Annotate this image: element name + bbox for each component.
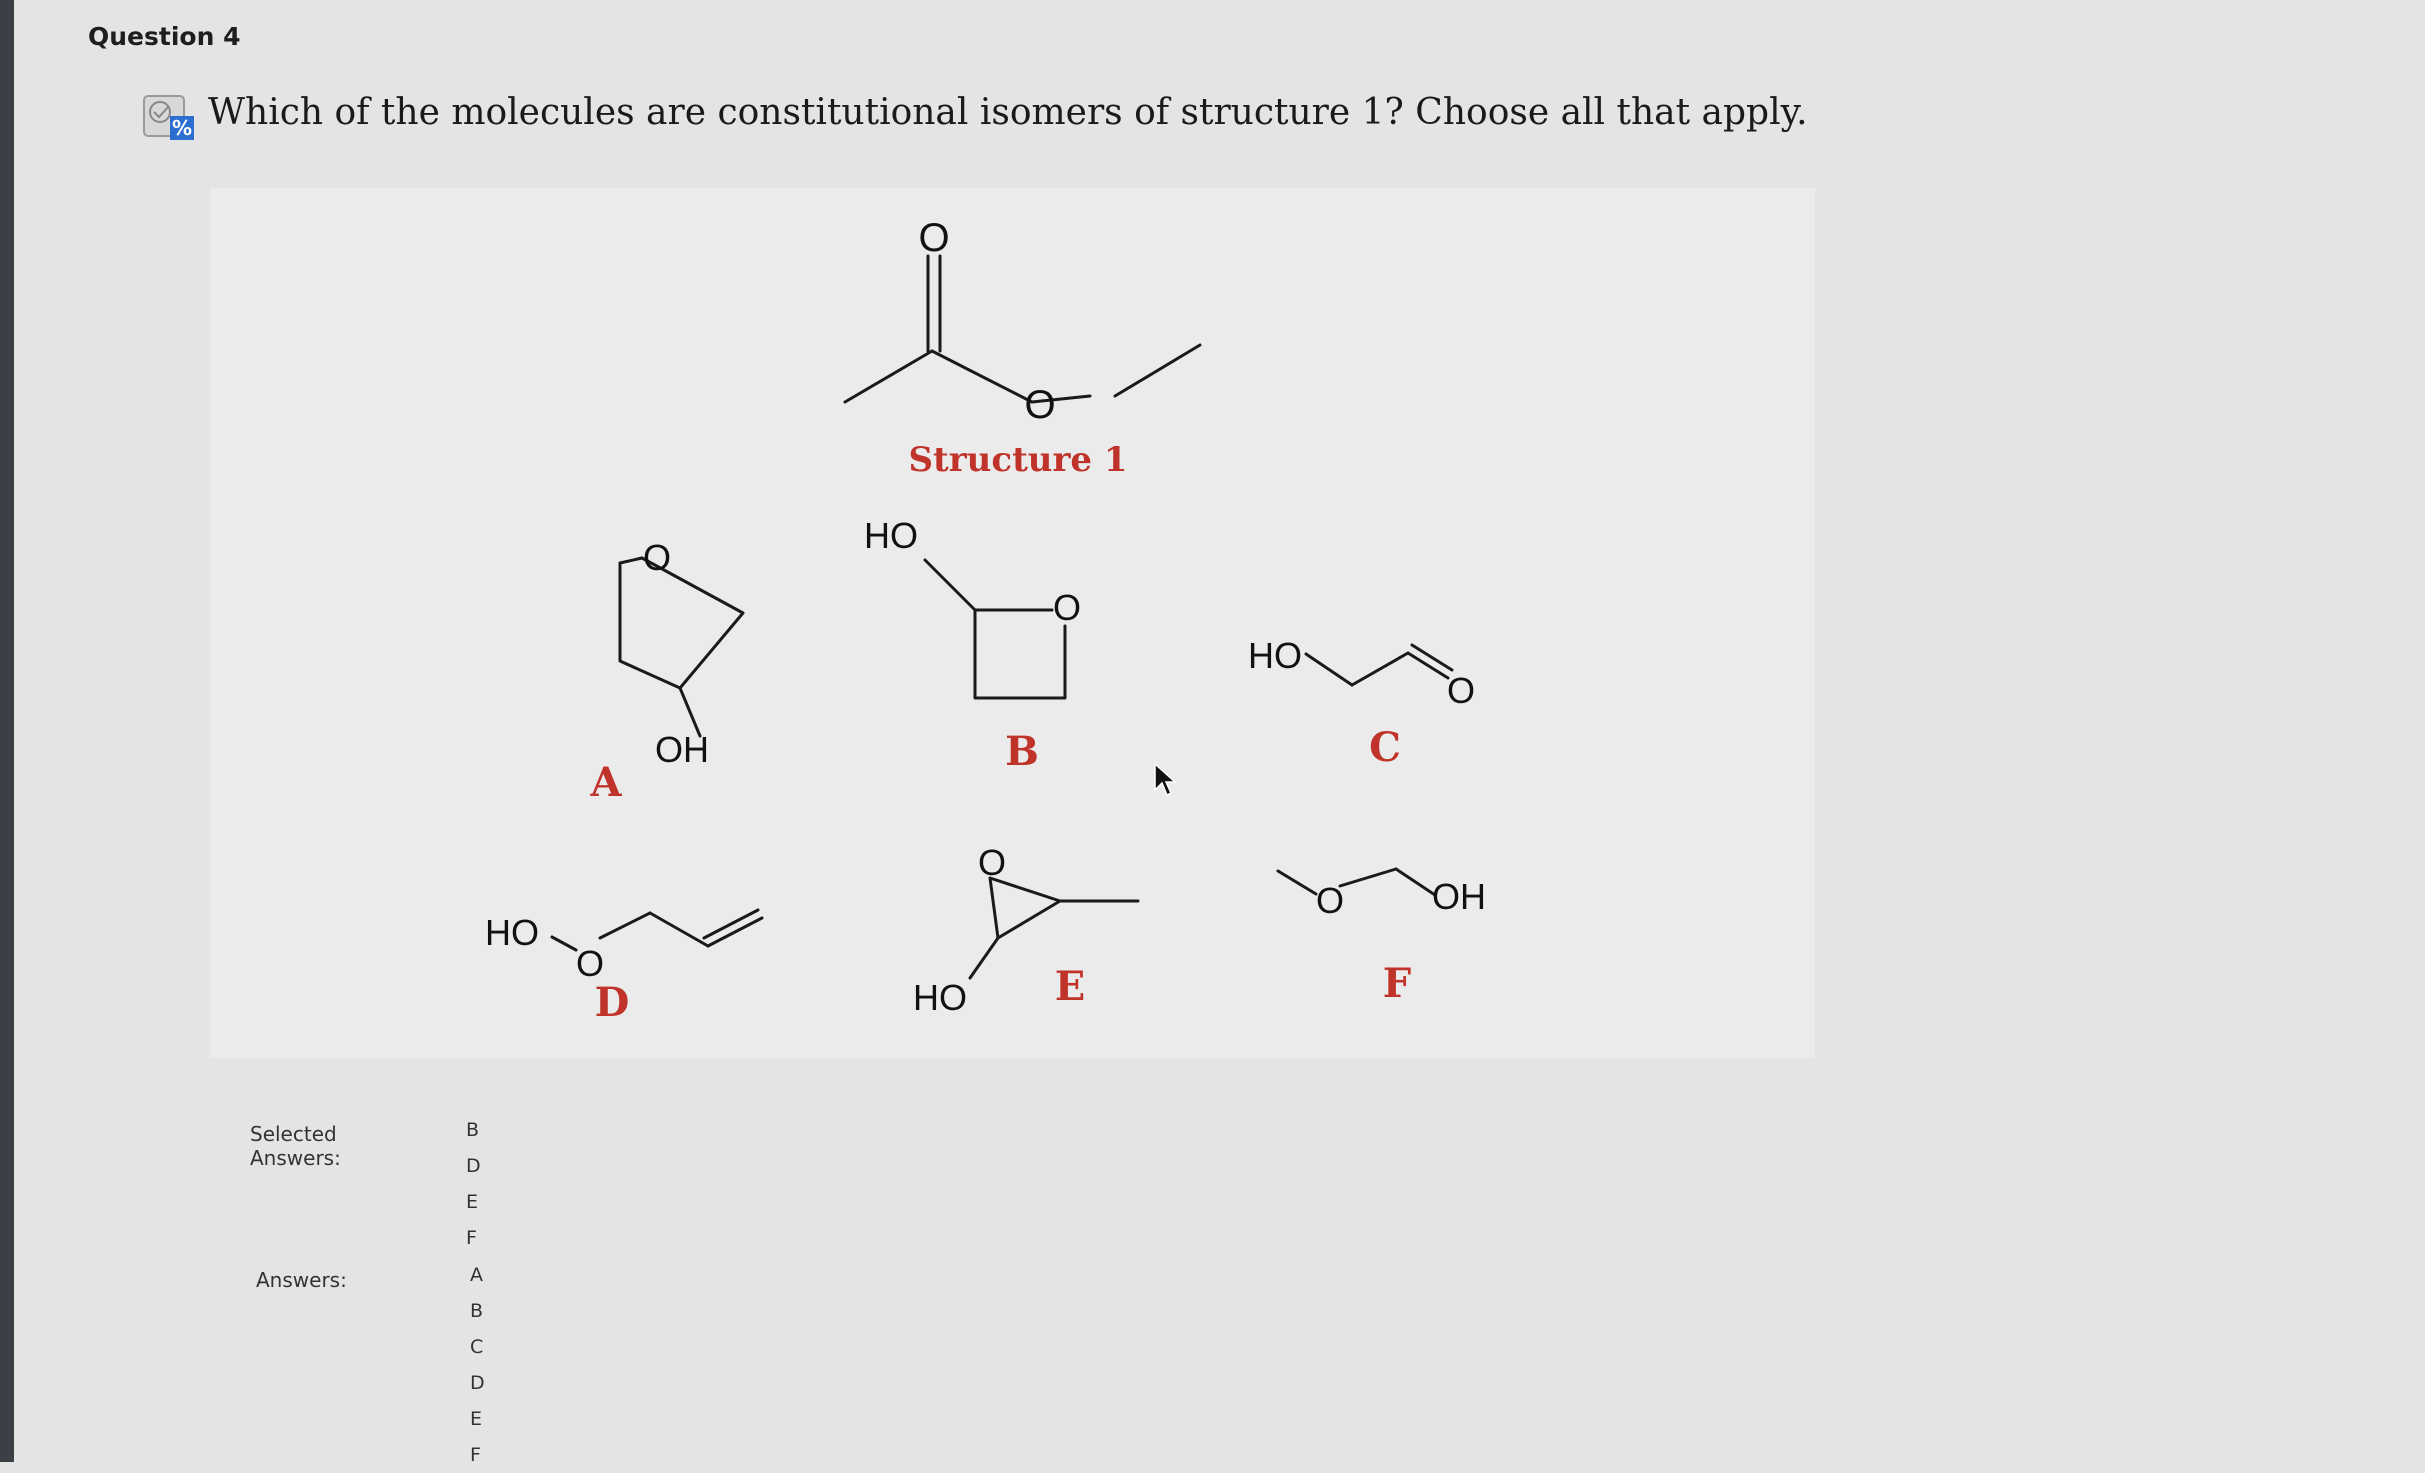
atom-label: OH: [655, 729, 709, 770]
answer-item: E: [470, 1408, 483, 1430]
atom-label: O: [918, 216, 949, 260]
atom-label: HO: [1248, 635, 1302, 676]
molecule-e-label: E: [1055, 963, 1086, 1010]
atom-label: O: [978, 842, 1006, 883]
atom-label: O: [1447, 670, 1475, 711]
answer-item: B: [466, 1119, 480, 1141]
answers-label: Answers:: [256, 1268, 347, 1292]
answer-item: D: [470, 1372, 485, 1394]
answers-list: ABCDEF: [470, 1257, 485, 1473]
molecule-c-label: C: [1369, 724, 1401, 771]
molecule-f-label: F: [1383, 960, 1411, 1007]
question-header: Question 4: [88, 22, 241, 51]
mouse-cursor-icon: [1154, 762, 1177, 797]
answer-item: E: [466, 1191, 479, 1213]
atom-label: OH: [1432, 876, 1486, 917]
structure-1: O O Structure 1: [843, 216, 1202, 480]
structure-1-label: Structure 1: [908, 440, 1127, 480]
molecule-a: O OH A: [589, 537, 745, 806]
answer-item: F: [466, 1227, 477, 1249]
atom-label: HO: [913, 977, 967, 1018]
answer-item: B: [470, 1300, 484, 1322]
molecule-b: HO O B: [864, 515, 1081, 775]
atom-label: O: [1053, 587, 1081, 628]
molecule-b-label: B: [1005, 728, 1039, 775]
molecule-c: HO O C: [1248, 635, 1475, 771]
atom-label: HO: [864, 515, 918, 556]
selected-answers-list: BDEF: [466, 1112, 481, 1256]
molecule-a-label: A: [589, 759, 622, 806]
answer-item: D: [466, 1155, 481, 1177]
answer-item: F: [470, 1444, 481, 1466]
atom-label: O: [1316, 880, 1344, 921]
atom-label: HO: [485, 912, 539, 953]
molecule-figure: O O Structure 1 O OH A HO O B HO O C HO …: [210, 188, 1815, 1058]
answer-item: A: [470, 1264, 483, 1286]
svg-text:%: %: [172, 116, 192, 140]
molecule-e: O HO E: [913, 842, 1140, 1018]
selected-answers-label: Selected Answers:: [250, 1122, 341, 1170]
question-text: Which of the molecules are constitutiona…: [208, 92, 1808, 133]
partial-credit-icon: %: [143, 95, 194, 140]
answer-item: C: [470, 1336, 484, 1358]
atom-label: O: [576, 943, 604, 984]
molecule-f: O OH F: [1276, 867, 1486, 1007]
molecule-d-label: D: [595, 979, 630, 1026]
window-edge: [0, 0, 14, 1462]
atom-label: O: [1024, 383, 1055, 427]
molecule-d: HO O D: [485, 908, 764, 1026]
atom-label: O: [643, 537, 671, 578]
